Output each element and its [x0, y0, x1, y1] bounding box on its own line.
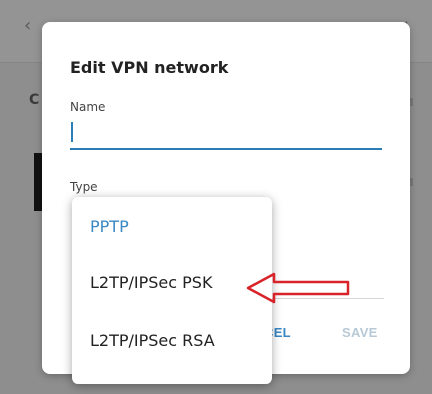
screen: ‹ I C Edit VPN network Name Type CEL SAV… — [0, 0, 432, 394]
name-label: Name — [70, 100, 106, 114]
name-input[interactable] — [70, 120, 382, 150]
save-button[interactable]: SAVE — [342, 325, 378, 340]
back-arrow-icon: ‹ — [24, 15, 32, 36]
dropdown-option-l2tp-ipsec-psk[interactable]: L2TP/IPSec PSK — [90, 273, 212, 292]
dialog-title: Edit VPN network — [70, 58, 229, 77]
type-dropdown-menu: PPTP L2TP/IPSec PSK L2TP/IPSec RSA — [72, 197, 272, 384]
text-cursor — [71, 122, 73, 142]
dropdown-option-pptp[interactable]: PPTP — [90, 217, 129, 236]
background-section-letter: C — [29, 92, 40, 108]
red-arrow-annotation-icon — [246, 272, 350, 304]
type-label: Type — [70, 180, 98, 194]
dropdown-option-l2tp-ipsec-rsa[interactable]: L2TP/IPSec RSA — [90, 331, 215, 350]
